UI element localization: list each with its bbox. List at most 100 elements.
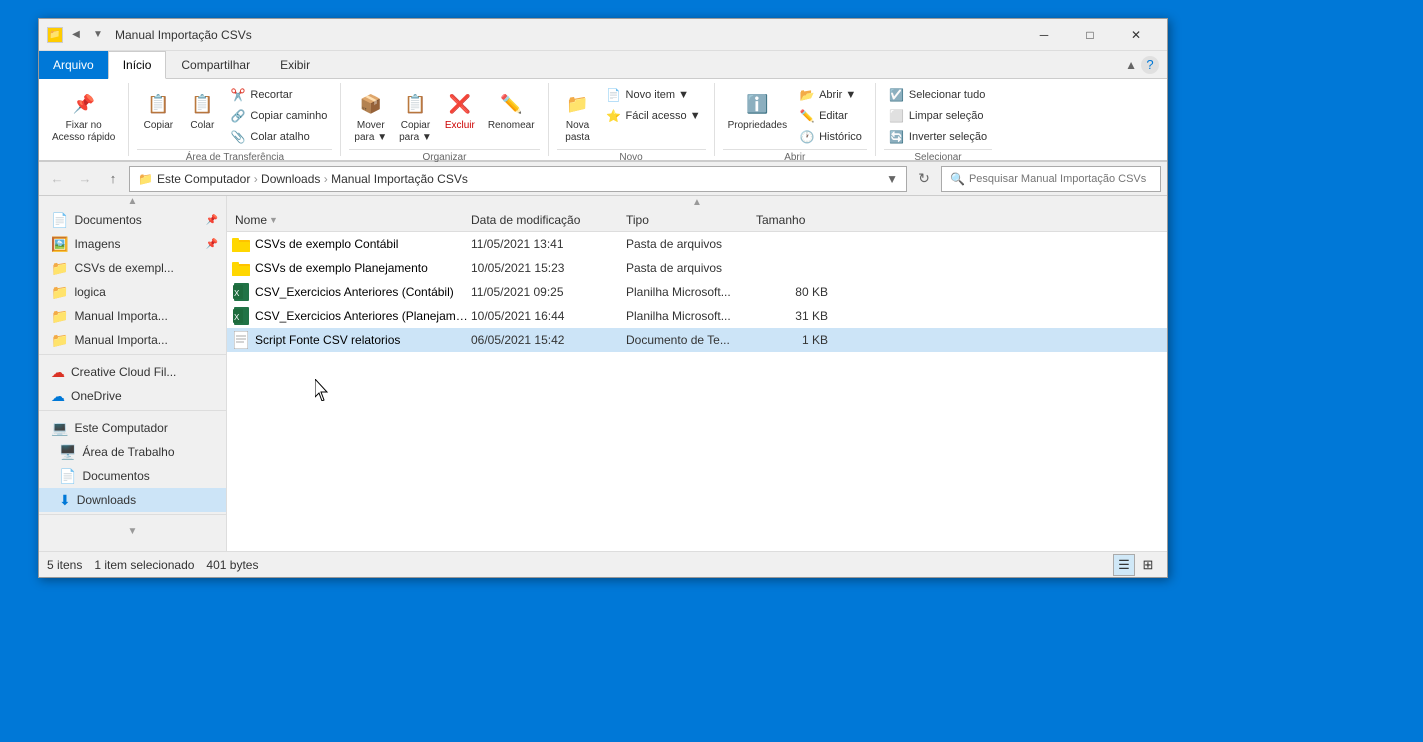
view-large-btn[interactable]: ⊞ [1137, 554, 1159, 576]
close-button[interactable]: ✕ [1113, 19, 1159, 51]
imagens-icon: 🖼️ [51, 236, 68, 253]
ribbon-btn-renomear[interactable]: ✏️ Renomear [483, 85, 540, 134]
title-bar-icons: 📁 ◀ ▼ [47, 26, 107, 44]
sidebar-item-logica[interactable]: 📁 logica [39, 280, 226, 304]
quick-access-btn[interactable]: ◀ [67, 26, 85, 44]
window-icon: 📁 [47, 27, 63, 43]
sidebar-item-creative-cloud[interactable]: ☁ Creative Cloud Fil... [39, 360, 226, 384]
ribbon-btn-copiar-caminho[interactable]: 🔗 Copiar caminho [225, 106, 332, 126]
file-name-csvs-planejamento: CSVs de exemplo Planejamento [255, 261, 471, 275]
sidebar-label-docs2: Documentos [82, 469, 149, 483]
search-box[interactable]: 🔍 [941, 166, 1161, 192]
view-controls: ☰ ⊞ [1113, 554, 1159, 576]
ribbon-btn-excluir[interactable]: ❌ Excluir [439, 85, 481, 134]
file-list[interactable]: ▲ Nome ▼ Data de modificação Tipo Tamanh… [227, 196, 1167, 551]
nav-up-btn[interactable]: ↑ [101, 167, 125, 191]
sidebar-item-imagens[interactable]: 🖼️ Imagens 📌 [39, 232, 226, 256]
ribbon-group-fixar: 📌 Fixar noAcesso rápido [39, 83, 129, 156]
tab-arquivo[interactable]: Arquivo [39, 51, 108, 79]
text-icon-script [231, 330, 251, 350]
ribbon-btn-selecionar-tudo[interactable]: ☑️ Selecionar tudo [884, 85, 992, 105]
address-box[interactable]: 📁 Este Computador › Downloads › Manual I… [129, 166, 907, 192]
main-layout: ▲ 📄 Documentos 📌 🖼️ Imagens 📌 📁 CSVs de … [39, 196, 1167, 551]
search-icon: 🔍 [950, 172, 965, 186]
minimize-button[interactable]: ─ [1021, 19, 1067, 51]
title-bar: 📁 ◀ ▼ Manual Importação CSVs ─ □ ✕ [39, 19, 1167, 51]
tab-inicio[interactable]: Início [108, 51, 167, 79]
collapse-ribbon-btn[interactable]: ▲ [1125, 58, 1137, 72]
status-count: 5 itens [47, 558, 82, 572]
ribbon-group-label-organizar: Organizar [349, 149, 539, 163]
file-row-csvs-contabil[interactable]: CSVs de exemplo Contábil 11/05/2021 13:4… [227, 232, 1167, 256]
ribbon-btn-copiar[interactable]: 📋 Copiar [137, 85, 179, 134]
col-header-name[interactable]: Nome ▼ [231, 213, 471, 227]
ribbon-group-novo: 📁 Novapasta 📄 Novo item ▼ ⭐ Fácil acesso… [549, 83, 715, 156]
address-dropdown-btn[interactable]: ▼ [886, 172, 898, 186]
refresh-btn[interactable]: ↻ [911, 166, 937, 192]
file-row-csv-planejamento[interactable]: X CSV_Exercicios Anteriores (Planejament… [227, 304, 1167, 328]
file-date-csv-contabil: 11/05/2021 09:25 [471, 285, 626, 299]
tab-compartilhar[interactable]: Compartilhar [166, 51, 265, 79]
nav-back-btn[interactable]: ← [45, 167, 69, 191]
svg-text:X: X [234, 289, 240, 298]
sidebar-item-computador[interactable]: 💻 Este Computador [39, 416, 226, 440]
ribbon-btn-novo-item[interactable]: 📄 Novo item ▼ [601, 85, 706, 105]
ribbon-btn-editar[interactable]: ✏️ Editar [794, 106, 867, 126]
ribbon-group-clipboard: 📋 Copiar 📋 Colar ✂️ Recortar 🔗 [129, 83, 341, 156]
file-name-script: Script Fonte CSV relatorios [255, 333, 471, 347]
sidebar-item-desktop[interactable]: 🖥️ Área de Trabalho [39, 440, 226, 464]
manual1-icon: 📁 [51, 308, 68, 325]
file-type-csv-contabil: Planilha Microsoft... [626, 285, 756, 299]
file-date-script: 06/05/2021 15:42 [471, 333, 626, 347]
ribbon-btn-historico[interactable]: 🕐 Histórico [794, 127, 867, 147]
tab-exibir[interactable]: Exibir [265, 51, 325, 79]
ribbon-btn-mover[interactable]: 📦 Moverpara ▼ [349, 85, 392, 147]
sidebar-label-downloads: Downloads [77, 493, 136, 507]
col-header-type[interactable]: Tipo [626, 213, 756, 227]
pin-icon-imagens: 📌 [206, 239, 218, 250]
ribbon-btn-fixar[interactable]: 📌 Fixar noAcesso rápido [47, 85, 120, 147]
sidebar-label-csvs: CSVs de exempl... [74, 261, 173, 275]
sidebar-item-onedrive[interactable]: ☁ OneDrive [39, 384, 226, 408]
file-size-csv-contabil: 80 KB [756, 285, 836, 299]
folder-icon-csvs-planejamento [231, 258, 251, 278]
sidebar-label-creative-cloud: Creative Cloud Fil... [71, 365, 176, 379]
ribbon-btn-colar-atalho[interactable]: 📎 Colar atalho [225, 127, 332, 147]
creative-cloud-icon: ☁ [51, 364, 65, 381]
ribbon-btn-limpar-selecao[interactable]: ⬜ Limpar seleção [884, 106, 992, 126]
ribbon-btn-colar[interactable]: 📋 Colar [181, 85, 223, 134]
maximize-button[interactable]: □ [1067, 19, 1113, 51]
file-list-header: Nome ▼ Data de modificação Tipo Tamanho [227, 208, 1167, 232]
nav-forward-btn[interactable]: → [73, 167, 97, 191]
sidebar-item-manual1[interactable]: 📁 Manual Importa... [39, 304, 226, 328]
ribbon-group-organizar: 📦 Moverpara ▼ 📋 Copiarpara ▼ ❌ Excluir ✏… [341, 83, 548, 156]
ribbon: Arquivo Início Compartilhar Exibir ▲ ? [39, 51, 1167, 162]
sidebar-label-logica: logica [74, 285, 105, 299]
file-row-csv-contabil[interactable]: X CSV_Exercicios Anteriores (Contábil) 1… [227, 280, 1167, 304]
col-header-size[interactable]: Tamanho [756, 213, 836, 227]
search-input[interactable] [969, 173, 1152, 185]
ribbon-btn-facil-acesso[interactable]: ⭐ Fácil acesso ▼ [601, 106, 706, 126]
docs2-icon: 📄 [59, 468, 76, 485]
excel-icon-csv-planejamento: X [231, 306, 251, 326]
ribbon-btn-copiar-para[interactable]: 📋 Copiarpara ▼ [394, 85, 437, 147]
view-details-btn[interactable]: ☰ [1113, 554, 1135, 576]
file-row-script[interactable]: Script Fonte CSV relatorios 06/05/2021 1… [227, 328, 1167, 352]
ribbon-btn-propriedades[interactable]: ℹ️ Propriedades [723, 85, 792, 134]
file-size-csv-planejamento: 31 KB [756, 309, 836, 323]
help-btn[interactable]: ? [1141, 56, 1159, 74]
ribbon-btn-abrir[interactable]: 📂 Abrir ▼ [794, 85, 867, 105]
quick-access-btn2[interactable]: ▼ [89, 26, 107, 44]
sidebar-item-downloads[interactable]: ⬇ Downloads [39, 488, 226, 512]
ribbon-btn-recortar[interactable]: ✂️ Recortar [225, 85, 332, 105]
ribbon-btn-nova-pasta[interactable]: 📁 Novapasta [557, 85, 599, 147]
ribbon-btn-inverter-selecao[interactable]: 🔄 Inverter seleção [884, 127, 992, 147]
file-type-script: Documento de Te... [626, 333, 756, 347]
sidebar-item-manual2[interactable]: 📁 Manual Importa... [39, 328, 226, 352]
sidebar-item-csvs[interactable]: 📁 CSVs de exempl... [39, 256, 226, 280]
file-row-csvs-planejamento[interactable]: CSVs de exemplo Planejamento 10/05/2021 … [227, 256, 1167, 280]
sidebar-label-imagens: Imagens [74, 237, 120, 251]
col-header-date[interactable]: Data de modificação [471, 213, 626, 227]
sidebar-item-docs2[interactable]: 📄 Documentos [39, 464, 226, 488]
sidebar-item-documentos[interactable]: 📄 Documentos 📌 [39, 208, 226, 232]
